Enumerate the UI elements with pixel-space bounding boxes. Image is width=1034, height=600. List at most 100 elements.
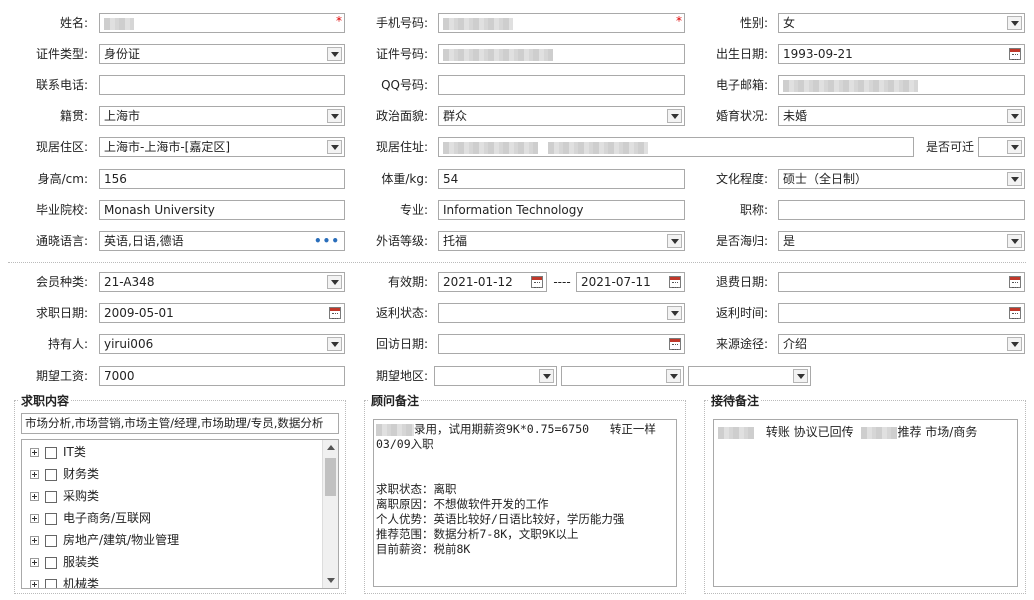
calendar-icon[interactable] <box>669 338 681 350</box>
calendar-icon[interactable] <box>1009 276 1021 288</box>
chevron-down-icon[interactable] <box>1007 172 1022 186</box>
plus-expand-icon[interactable] <box>30 536 39 545</box>
chevron-down-icon[interactable] <box>327 109 342 123</box>
chevron-down-icon[interactable] <box>793 369 808 383</box>
birth-date-input[interactable]: 1993-09-21 <box>778 44 1025 64</box>
tree-item-it[interactable]: IT类 <box>30 441 86 463</box>
tree-item-purchasing[interactable]: 采购类 <box>30 485 99 507</box>
returnee-select[interactable]: 是 <box>778 231 1025 251</box>
chevron-down-icon[interactable] <box>327 47 342 61</box>
valid-from-input[interactable]: 2021-01-12 <box>438 272 547 292</box>
calendar-icon[interactable] <box>1009 307 1021 319</box>
checkbox-icon[interactable] <box>45 446 57 459</box>
chevron-down-icon[interactable] <box>327 140 342 154</box>
marital-label: 婚育状况: <box>715 109 768 123</box>
calendar-icon[interactable] <box>1009 48 1021 60</box>
redacted-text <box>443 141 538 154</box>
chevron-down-icon[interactable] <box>1007 234 1022 248</box>
visit-date-input[interactable] <box>438 334 685 354</box>
member-type-select[interactable]: 21-A348 <box>99 272 345 292</box>
contact-input[interactable] <box>99 75 345 95</box>
chevron-down-icon[interactable] <box>1007 140 1022 154</box>
chevron-down-icon[interactable] <box>667 109 682 123</box>
qq-input[interactable] <box>438 75 685 95</box>
plus-expand-icon[interactable] <box>30 492 39 501</box>
major-input[interactable]: Information Technology <box>438 200 685 220</box>
residence-area-select[interactable]: 上海市-上海市-[嘉定区] <box>99 137 345 157</box>
tree-scrollbar[interactable] <box>322 440 338 588</box>
politics-select[interactable]: 群众 <box>438 106 685 126</box>
checkbox-icon[interactable] <box>45 490 57 503</box>
email-input[interactable] <box>778 75 1025 95</box>
job-category-tree[interactable]: IT类 财务类 采购类 电子商务/互联网 房地产/建筑/物业管理 服装类 机械类 <box>21 439 339 589</box>
residence-addr-input[interactable] <box>438 137 914 157</box>
scroll-up-icon[interactable] <box>327 445 335 450</box>
redacted-text <box>783 79 918 92</box>
checkbox-icon[interactable] <box>45 578 57 588</box>
weight-input[interactable]: 54 <box>438 169 685 189</box>
tree-item-apparel[interactable]: 服装类 <box>30 551 99 573</box>
tree-item-machinery[interactable]: 机械类 <box>30 573 99 588</box>
checkbox-icon[interactable] <box>45 534 57 547</box>
phone-input[interactable]: * <box>438 13 685 33</box>
chevron-down-icon[interactable] <box>1007 16 1022 30</box>
chevron-down-icon[interactable] <box>667 234 682 248</box>
region-district-select[interactable] <box>688 366 811 386</box>
title-input[interactable] <box>778 200 1025 220</box>
languages-input[interactable]: 英语,日语,德语 ••• <box>99 231 345 251</box>
native-select[interactable]: 上海市 <box>99 106 345 126</box>
tree-item-finance[interactable]: 财务类 <box>30 463 99 485</box>
valid-from-value: 2021-01-12 <box>443 275 513 289</box>
holder-select[interactable]: yirui006 <box>99 334 345 354</box>
chevron-down-icon[interactable] <box>539 369 554 383</box>
scrollbar-thumb[interactable] <box>325 458 336 496</box>
job-date-input[interactable]: 2009-05-01 <box>99 303 345 323</box>
plus-expand-icon[interactable] <box>30 470 39 479</box>
calendar-icon[interactable] <box>669 276 681 288</box>
id-no-input[interactable] <box>438 44 685 64</box>
advisor-notes-textarea[interactable]: 录用，试用期薪资9K*0.75=6750 转正一样 03/09入职 求职状态：离… <box>373 419 677 587</box>
checkbox-icon[interactable] <box>45 468 57 481</box>
tree-item-realestate[interactable]: 房地产/建筑/物业管理 <box>30 529 179 551</box>
region-city-select[interactable] <box>561 366 684 386</box>
chevron-down-icon[interactable] <box>327 275 342 289</box>
tree-item-label: 电子商务/互联网 <box>63 511 152 525</box>
rebate-status-select[interactable] <box>438 303 685 323</box>
chevron-down-icon[interactable] <box>667 306 682 320</box>
plus-expand-icon[interactable] <box>30 580 39 588</box>
redacted-text <box>443 17 513 30</box>
region-province-select[interactable] <box>434 366 557 386</box>
plus-expand-icon[interactable] <box>30 448 39 457</box>
education-select[interactable]: 硕士（全日制） <box>778 169 1025 189</box>
checkbox-icon[interactable] <box>45 512 57 525</box>
refund-date-input[interactable] <box>778 272 1025 292</box>
source-select[interactable]: 介绍 <box>778 334 1025 354</box>
member-type-label: 会员种类: <box>35 275 88 289</box>
chevron-down-icon[interactable] <box>1007 109 1022 123</box>
scroll-down-icon[interactable] <box>327 578 335 583</box>
reception-notes-textarea[interactable]: 转账 协议已回传 推荐 市场/商务 <box>713 419 1018 587</box>
plus-expand-icon[interactable] <box>30 558 39 567</box>
chevron-down-icon[interactable] <box>666 369 681 383</box>
height-input[interactable]: 156 <box>99 169 345 189</box>
gender-select[interactable]: 女 <box>778 13 1025 33</box>
school-input[interactable]: Monash University <box>99 200 345 220</box>
job-content-summary[interactable]: 市场分析,市场营销,市场主管/经理,市场助理/专员,数据分析 <box>21 413 339 434</box>
id-type-select[interactable]: 身份证 <box>99 44 345 64</box>
lang-level-select[interactable]: 托福 <box>438 231 685 251</box>
marital-select[interactable]: 未婚 <box>778 106 1025 126</box>
expected-salary-input[interactable]: 7000 <box>99 366 345 386</box>
relocate-select[interactable] <box>978 137 1025 157</box>
plus-expand-icon[interactable] <box>30 514 39 523</box>
calendar-icon[interactable] <box>531 276 543 288</box>
tree-item-ecommerce[interactable]: 电子商务/互联网 <box>30 507 151 529</box>
ellipsis-icon[interactable]: ••• <box>314 234 340 248</box>
calendar-icon[interactable] <box>329 307 341 319</box>
lang-level-label: 外语等级: <box>375 234 428 248</box>
valid-to-input[interactable]: 2021-07-11 <box>576 272 685 292</box>
checkbox-icon[interactable] <box>45 556 57 569</box>
chevron-down-icon[interactable] <box>327 337 342 351</box>
rebate-time-input[interactable] <box>778 303 1025 323</box>
chevron-down-icon[interactable] <box>1007 337 1022 351</box>
name-input[interactable]: * <box>99 13 345 33</box>
